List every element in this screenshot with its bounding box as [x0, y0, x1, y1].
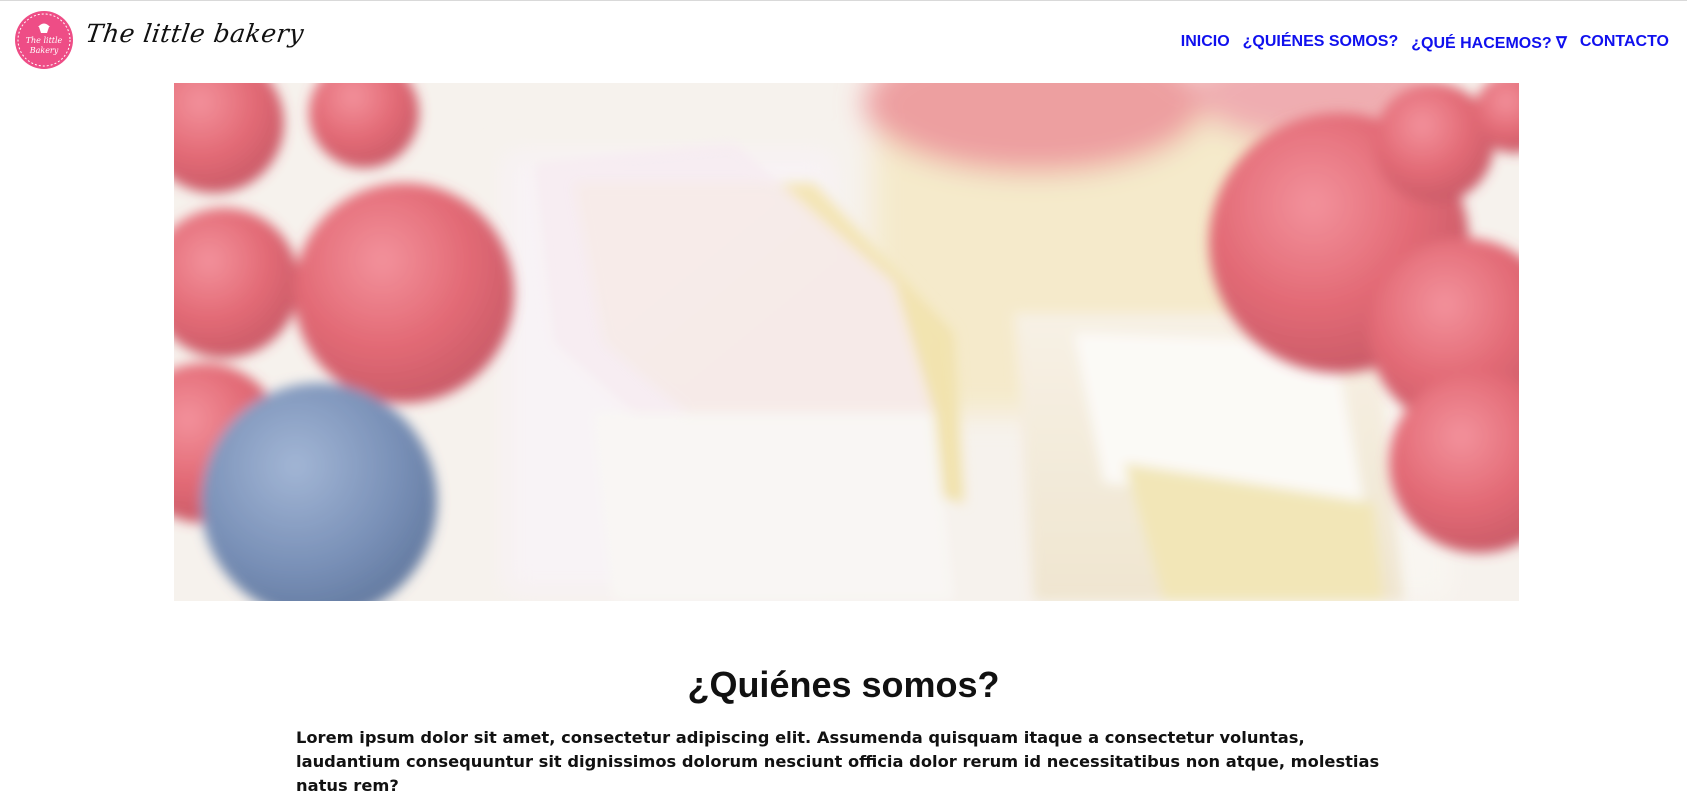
svg-text:The little: The little: [26, 36, 63, 45]
nav-item-inicio[interactable]: INICIO: [1181, 33, 1230, 53]
nav-item-quienes-somos[interactable]: ¿QUIÉNES SOMOS?: [1243, 33, 1399, 53]
nav-item-que-hacemos[interactable]: ¿QUÉ HACEMOS? ∇: [1411, 33, 1567, 53]
bakery-logo[interactable]: The little Bakery: [14, 10, 74, 70]
svg-text:Bakery: Bakery: [29, 46, 59, 55]
hero-image: [174, 83, 1519, 601]
main-nav: INICIO ¿QUIÉNES SOMOS? ¿QUÉ HACEMOS? ∇ C…: [1181, 33, 1669, 53]
nav-item-contacto[interactable]: CONTACTO: [1580, 33, 1669, 53]
about-title: ¿Quiénes somos?: [687, 664, 1000, 705]
site-header: The little Bakery The little bakery INIC…: [0, 1, 1687, 77]
about-text: Lorem ipsum dolor sit amet, consectetur …: [296, 728, 1380, 795]
brand-name[interactable]: The little bakery: [84, 19, 306, 48]
